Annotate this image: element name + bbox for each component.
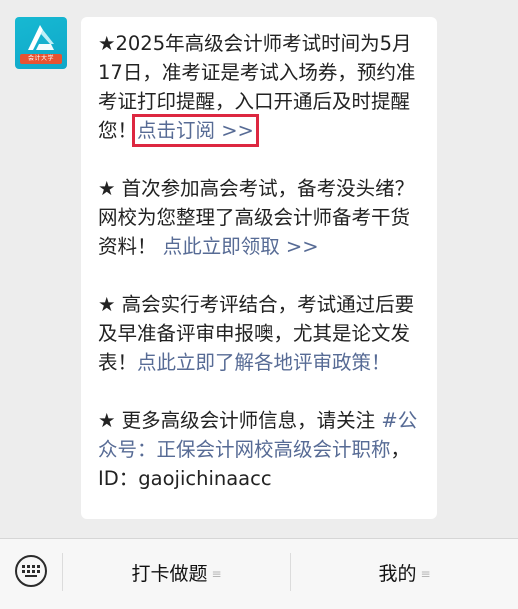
kuaiji-daxue-logo-icon [28,25,54,50]
account-avatar[interactable]: 会计大学 [15,17,67,69]
menu-item-label: 我的 [378,563,417,585]
menu-lines-icon: ≡ [211,567,222,581]
review-policy-link[interactable]: 点此立即了解各地评审政策！ [137,351,391,374]
keyboard-toggle-button[interactable] [15,555,47,587]
message-bubble: ★2025年高级会计师考试时间为5月17日，准考证是考试入场券，预约准考证打印提… [81,17,437,519]
message-paragraph-materials: ★ 首次参加高会考试，备考没头绪？网校为您整理了高级会计师备考干货资料！ 点此立… [98,174,425,261]
message-paragraph-exam-time: ★2025年高级会计师考试时间为5月17日，准考证是考试入场券，预约准考证打印提… [98,29,425,147]
get-materials-link[interactable]: 点此立即领取 >> [163,235,319,258]
bottom-menu-bar: 打卡做题 ≡ 我的 ≡ [0,538,518,609]
message-paragraph-follow: ★ 更多高级会计师信息，请关注 #公众号：正保会计网校高级会计职称，ID：gao… [98,406,425,493]
menu-item-label: 打卡做题 [131,563,208,585]
keyboard-icon [22,565,40,577]
subscribe-link[interactable]: 点击订阅 >> [132,114,259,147]
menu-lines-icon: ≡ [420,567,431,581]
menu-item-mine[interactable]: 我的 ≡ [291,539,518,609]
message-paragraph-review: ★ 高会实行考评结合，考试通过后要及早准备评审申报噢，尤其是论文发表！点此立即了… [98,290,425,377]
menu-item-daka[interactable]: 打卡做题 ≡ [63,539,290,609]
avatar-label: 会计大学 [20,54,62,64]
paragraph-text: ★ 更多高级会计师信息，请关注 [98,409,376,432]
